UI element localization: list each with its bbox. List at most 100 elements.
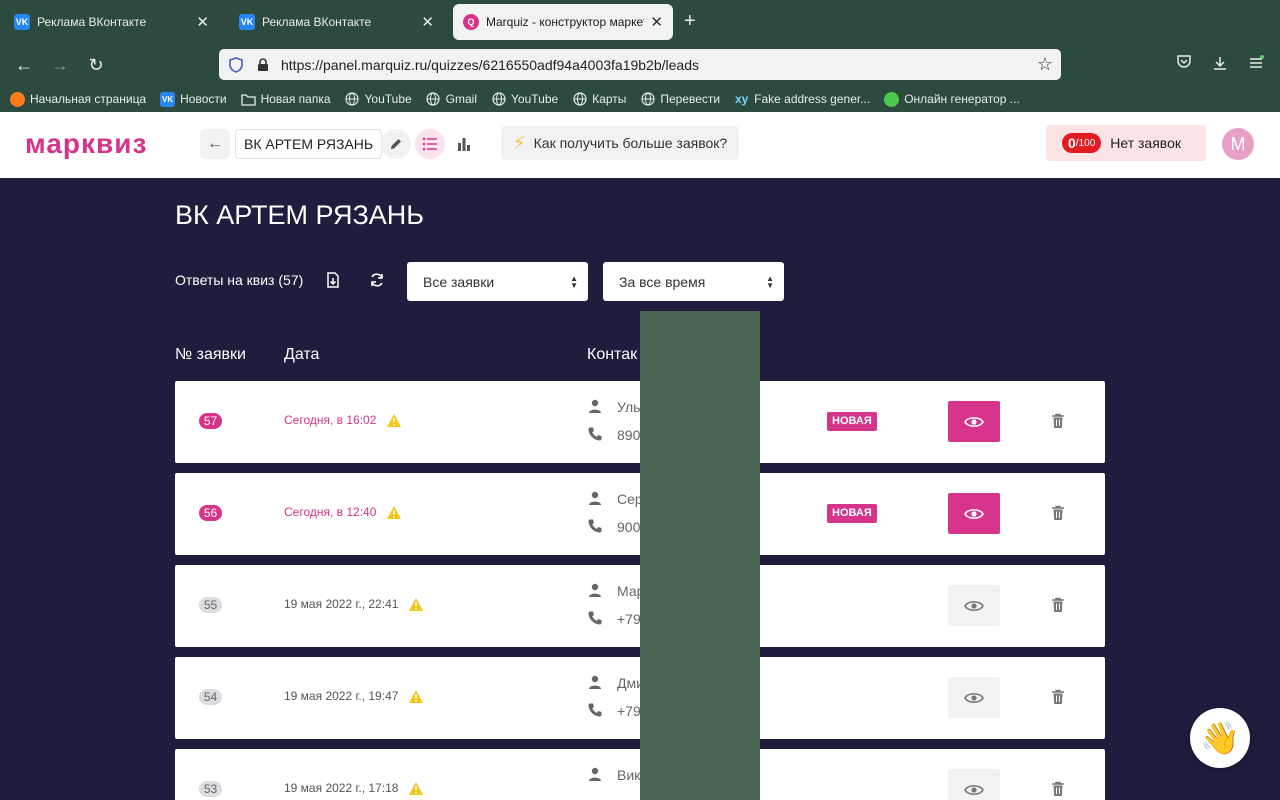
contact-phone: 890 (617, 427, 641, 443)
warning-icon (409, 782, 423, 795)
menu-icon[interactable] (1244, 53, 1268, 77)
bookmark-item[interactable]: Онлайн генератор ... (884, 91, 1020, 107)
leads-badge: 0/100 (1062, 133, 1102, 153)
browser-tab-2[interactable]: VK Реклама ВКонтакте ✕ (229, 4, 444, 40)
leads-status-text: Нет заявок (1110, 135, 1181, 151)
select-arrows-icon: ▲ ▼ (766, 274, 774, 290)
warning-icon (387, 506, 401, 519)
reload-icon[interactable]: ↻ (84, 53, 108, 77)
view-lead-button[interactable] (948, 769, 1000, 800)
folder-icon (240, 92, 256, 107)
globe-icon (491, 92, 506, 107)
url-text: https://panel.marquiz.ru/quizzes/6216550… (281, 56, 699, 73)
browser-tab-1[interactable]: VK Реклама ВКонтакте ✕ (4, 4, 219, 40)
firefox-icon (10, 91, 25, 107)
close-icon[interactable]: ✕ (421, 13, 434, 31)
export-file-icon[interactable] (324, 271, 342, 289)
trash-icon[interactable] (1051, 781, 1065, 797)
contact-phone: +79 (617, 703, 641, 719)
view-lead-button[interactable] (948, 493, 1000, 534)
leads-list-button[interactable] (415, 129, 445, 159)
globe-icon (426, 92, 441, 107)
redaction-block (640, 311, 760, 800)
view-lead-button[interactable] (948, 401, 1000, 442)
tab-title: Реклама ВКонтакте (262, 15, 372, 29)
bookmark-item[interactable]: Карты (572, 92, 626, 107)
period-filter-value: За все время (619, 273, 706, 290)
trash-icon[interactable] (1051, 689, 1065, 705)
contact-name: Сер (617, 491, 643, 507)
avatar[interactable]: M (1222, 128, 1254, 160)
url-bar[interactable]: https://panel.marquiz.ru/quizzes/6216550… (219, 49, 1061, 80)
contact-name: Уль (617, 399, 641, 415)
download-icon[interactable] (1208, 53, 1232, 77)
forward-arrow-icon[interactable]: → (48, 53, 72, 77)
bookmark-item[interactable]: VK Новости (160, 91, 227, 107)
marquiz-logo[interactable]: марквиз (25, 128, 147, 160)
lead-date: Сегодня, в 16:02 (284, 413, 377, 427)
refresh-icon[interactable] (368, 271, 386, 289)
phone-icon (588, 703, 602, 717)
lead-date: 19 мая 2022 г., 22:41 (284, 597, 399, 611)
bookmark-item[interactable]: YouTube (345, 92, 412, 107)
edit-button[interactable] (381, 129, 411, 159)
lead-number: 56 (199, 505, 222, 521)
chat-widget-button[interactable]: 👋 (1190, 708, 1250, 768)
view-lead-button[interactable] (948, 585, 1000, 626)
person-icon (589, 583, 601, 597)
close-icon[interactable]: ✕ (196, 13, 209, 31)
tab-title: Реклама ВКонтакте (37, 15, 147, 29)
person-icon (589, 399, 601, 413)
bookmark-item[interactable]: Gmail (426, 92, 477, 107)
eye-icon (964, 600, 984, 611)
vk-icon: VK (14, 14, 30, 30)
contact-phone: 900 (617, 519, 641, 535)
vk-icon: VK (239, 14, 255, 30)
bookmark-star-icon[interactable]: ☆ (1037, 54, 1053, 75)
bookmark-item[interactable]: Новая папка (240, 92, 331, 107)
close-icon[interactable]: ✕ (650, 13, 663, 31)
status-filter-select[interactable]: Все заявки ▲ ▼ (407, 262, 588, 301)
back-arrow-icon[interactable]: ← (12, 53, 36, 77)
stats-button[interactable] (449, 129, 479, 159)
contact-phone: +79 (617, 611, 641, 627)
lead-date: 19 мая 2022 г., 19:47 (284, 689, 399, 703)
person-icon (589, 767, 601, 781)
eye-icon (964, 416, 984, 427)
list-icon (422, 137, 437, 151)
tip-label: Как получить больше заявок? (533, 135, 728, 151)
pocket-icon[interactable] (1172, 53, 1196, 77)
xy-icon: xy (734, 92, 749, 106)
bookmark-item[interactable]: Начальная страница (10, 91, 146, 107)
back-button[interactable]: ← (200, 129, 230, 159)
trash-icon[interactable] (1051, 413, 1065, 429)
lead-number: 57 (199, 413, 222, 429)
view-lead-button[interactable] (948, 677, 1000, 718)
trash-icon[interactable] (1051, 505, 1065, 521)
quiz-name-field[interactable]: ВК АРТЕМ РЯЗАНЬ (235, 129, 383, 159)
status-badge: НОВАЯ (827, 504, 877, 523)
select-arrows-icon: ▲ ▼ (570, 274, 578, 290)
phone-icon (588, 611, 602, 625)
green-dot-icon (884, 91, 900, 107)
pencil-icon (391, 139, 401, 149)
bookmark-item[interactable]: YouTube (491, 92, 558, 107)
bookmark-item[interactable]: xy Fake address gener... (734, 92, 870, 107)
bookmark-item[interactable]: Перевести (640, 92, 720, 107)
status-filter-value: Все заявки (423, 273, 495, 290)
browser-tab-3[interactable]: Q Marquiz - конструктор маркети ✕ (453, 4, 673, 40)
period-filter-select[interactable]: За все время ▲ ▼ (603, 262, 784, 301)
lead-date: 19 мая 2022 г., 17:18 (284, 781, 399, 795)
new-tab-icon[interactable]: + (684, 10, 696, 33)
globe-icon (640, 92, 655, 107)
leads-counter[interactable]: 0/100 Нет заявок (1046, 125, 1206, 161)
bar-chart-icon (458, 138, 470, 151)
browser-navbar: ← → ↻ https://panel.marquiz.ru/quizzes/6… (0, 44, 1280, 86)
trash-icon[interactable] (1051, 597, 1065, 613)
person-icon (589, 491, 601, 505)
tip-button[interactable]: ⚡ Как получить больше заявок? (501, 126, 740, 160)
column-header-num: № заявки (175, 346, 246, 363)
phone-icon (588, 427, 602, 441)
eye-icon (964, 692, 984, 703)
lead-number: 54 (199, 689, 222, 705)
